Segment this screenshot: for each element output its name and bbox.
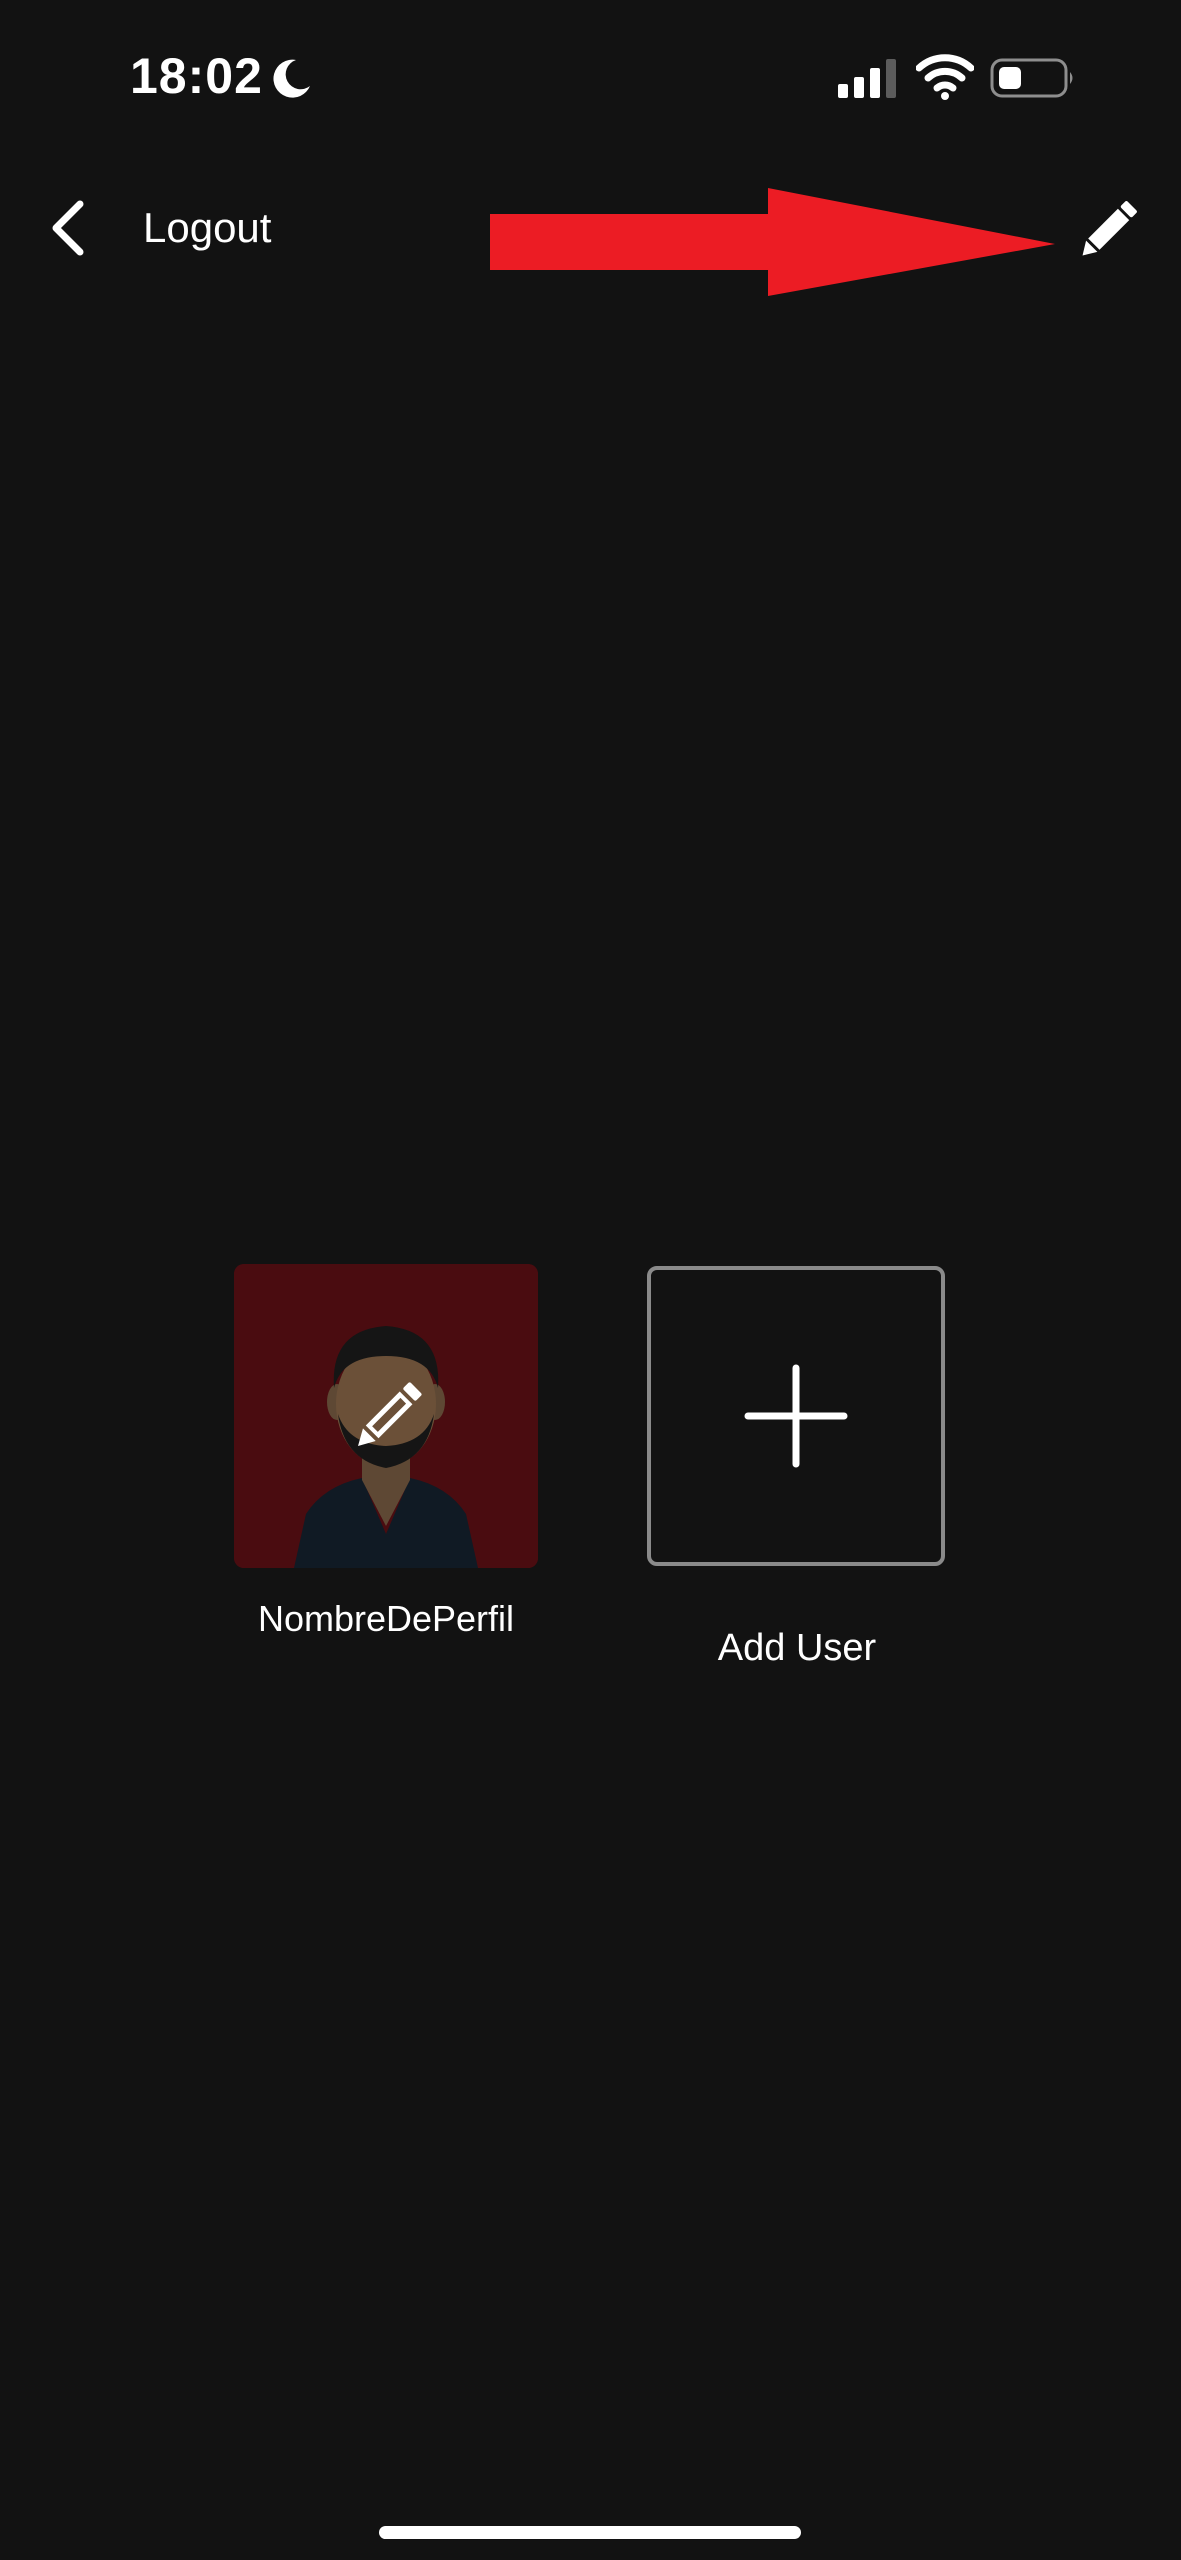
status-time: 18:02 bbox=[130, 48, 263, 104]
chevron-left-icon bbox=[52, 200, 84, 256]
profile-tile[interactable] bbox=[234, 1264, 538, 1568]
add-user-button[interactable] bbox=[647, 1266, 945, 1566]
red-arrow-annotation bbox=[490, 188, 1055, 298]
wifi-icon bbox=[916, 54, 974, 100]
cellular-signal-icon bbox=[836, 58, 900, 98]
battery-icon bbox=[990, 56, 1076, 100]
pencil-icon bbox=[358, 1382, 422, 1446]
moon-icon bbox=[270, 56, 314, 100]
back-button[interactable] bbox=[40, 196, 100, 260]
profile-name: NombreDePerfil bbox=[257, 1598, 515, 1639]
edit-profiles-button[interactable] bbox=[1070, 192, 1146, 268]
logout-label[interactable]: Logout bbox=[143, 200, 271, 256]
home-indicator[interactable] bbox=[379, 2526, 801, 2539]
add-user-label: Add User bbox=[717, 1627, 877, 1669]
pencil-icon bbox=[1082, 201, 1137, 256]
plus-icon bbox=[744, 1364, 848, 1468]
